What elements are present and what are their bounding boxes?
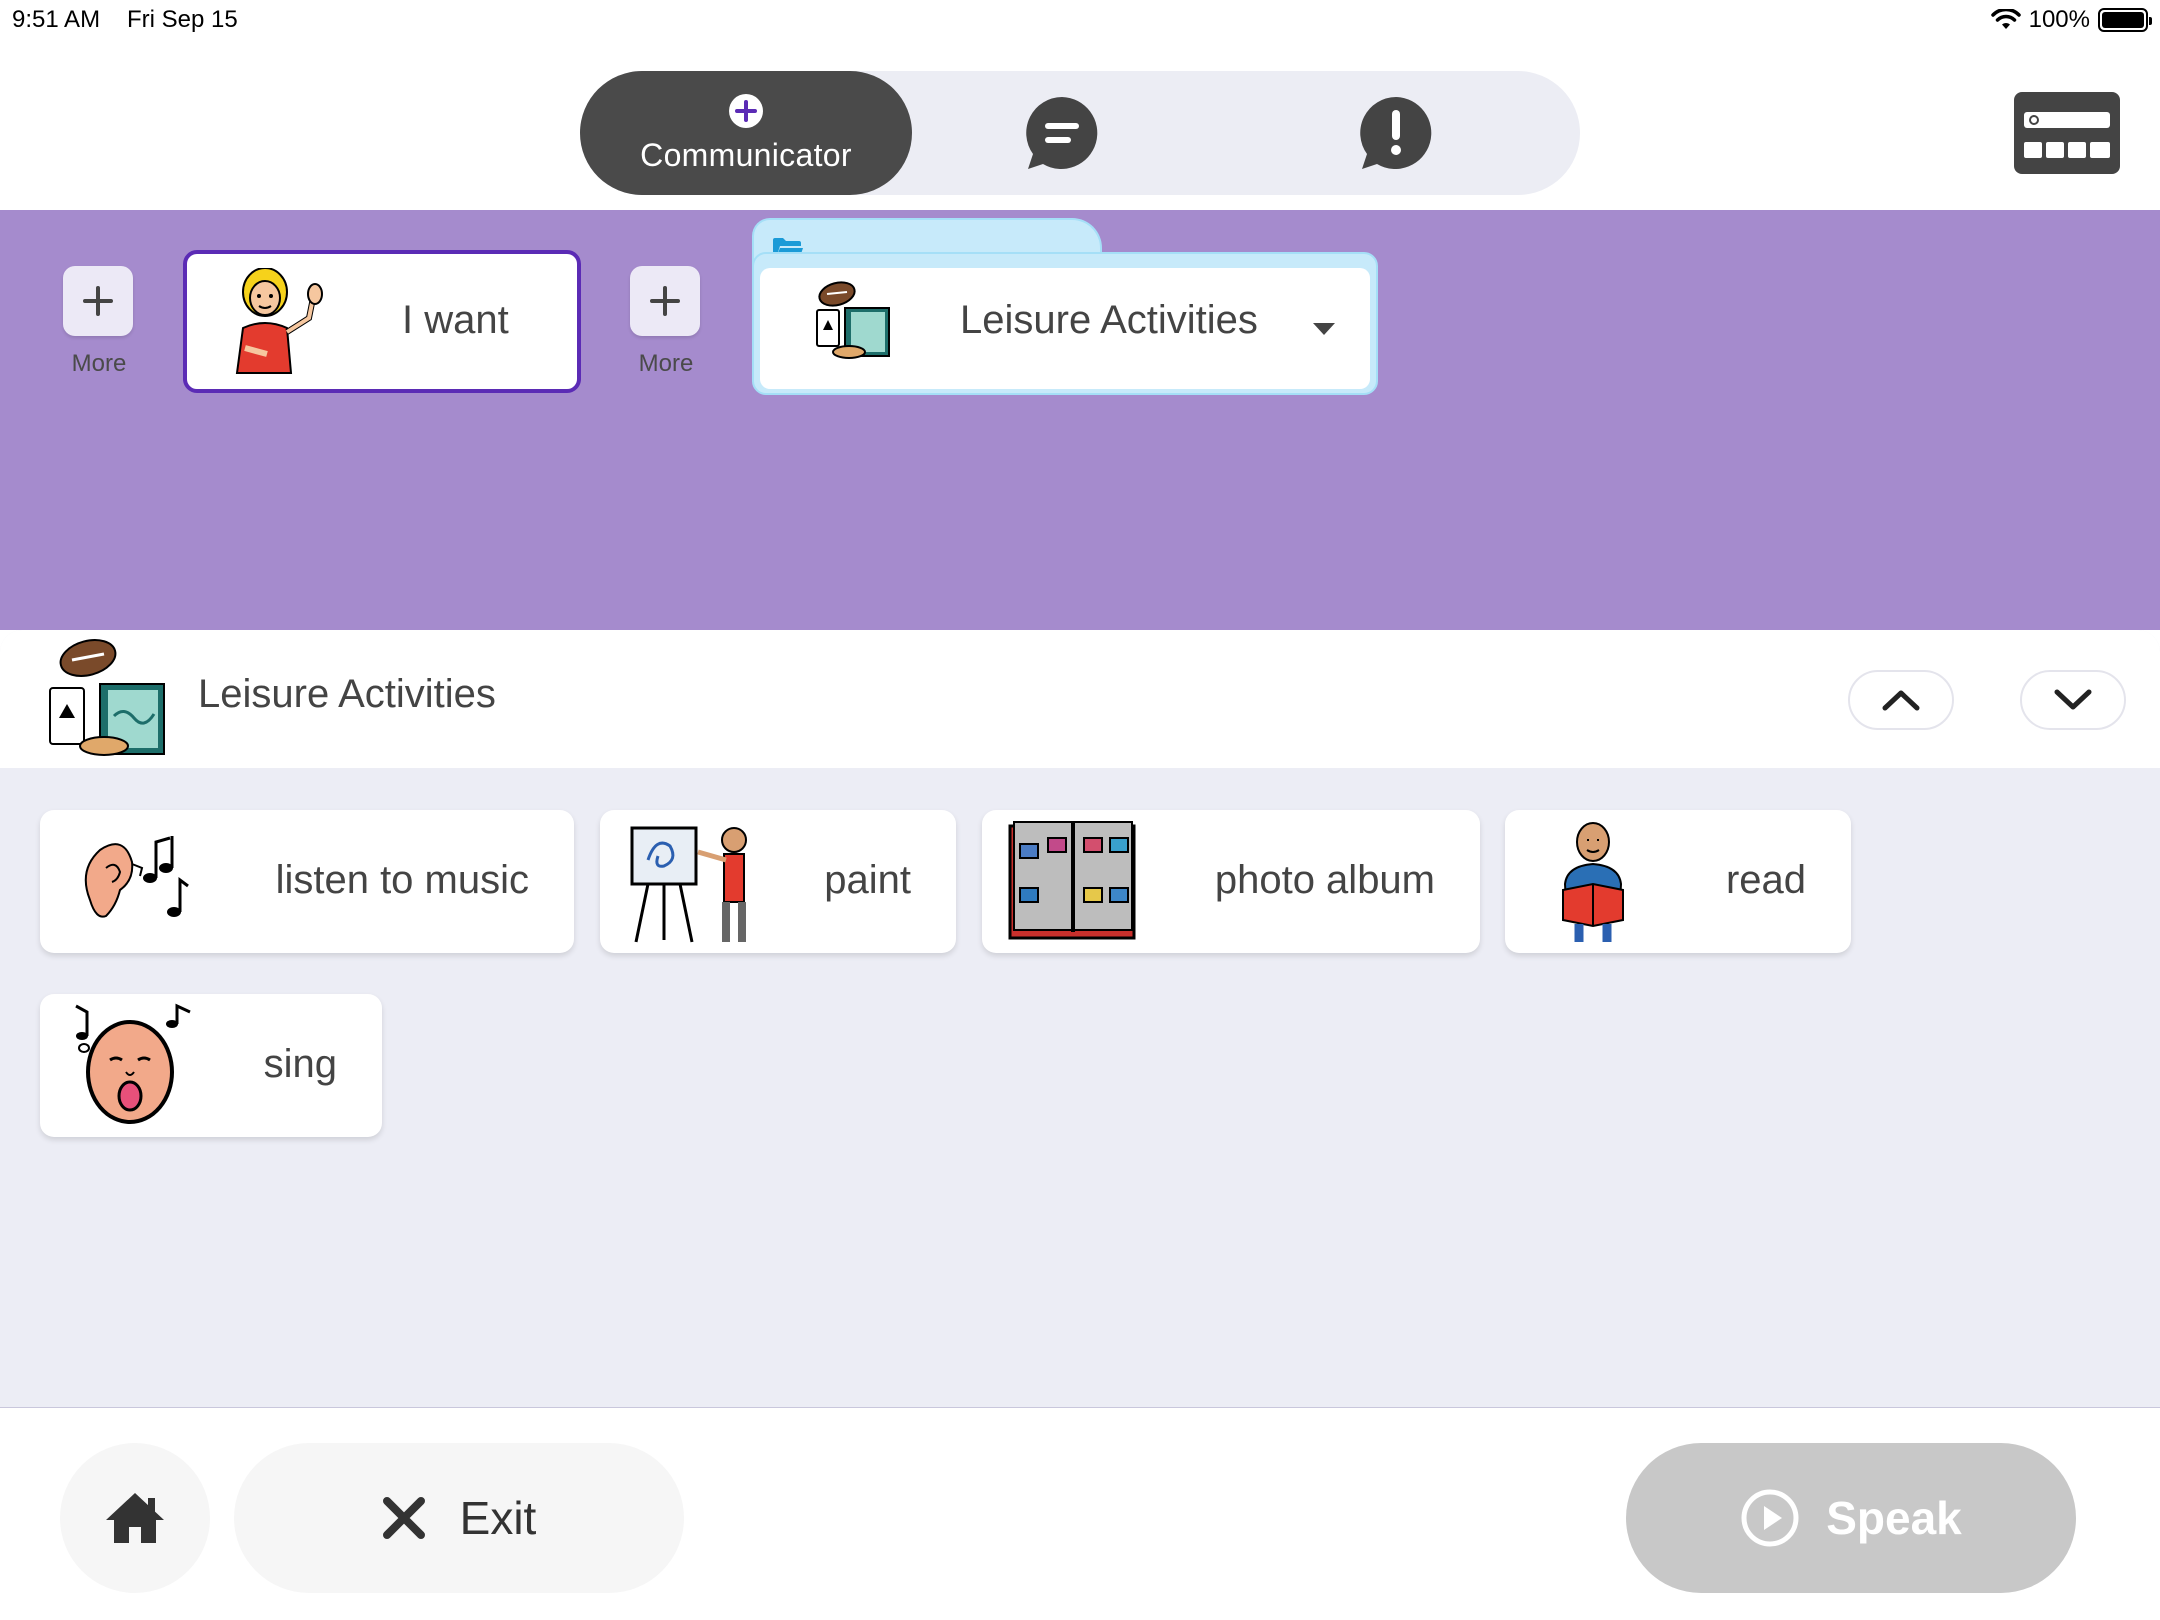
tile-label: read <box>1725 858 1806 902</box>
sentence-item-label: Leisure Activities <box>960 298 1258 342</box>
board-header: Leisure Activities <box>0 630 2160 768</box>
more-label: More <box>638 350 694 377</box>
status-right: 100% <box>1990 6 2152 34</box>
sentence-item-i-want[interactable]: I want <box>183 250 581 393</box>
folder-card-inner: Leisure Activities <box>760 268 1370 389</box>
leisure-activities-icon <box>49 639 165 756</box>
status-bar: 9:51 AM Fri Sep 15 100% <box>0 0 2160 42</box>
home-button[interactable] <box>60 1443 210 1593</box>
keyboard-icon <box>2024 112 2110 158</box>
leisure-activities-icon <box>816 281 890 359</box>
plus-circle-icon <box>729 93 763 128</box>
status-date: Fri Sep 15 <box>127 6 238 33</box>
play-circle-icon <box>1741 1489 1799 1547</box>
battery-percent: 100% <box>2028 6 2090 33</box>
exit-label: Exit <box>459 1492 537 1544</box>
plus-icon <box>63 266 133 336</box>
close-icon <box>382 1497 425 1539</box>
more-button[interactable]: More <box>63 266 135 378</box>
painter-easel-icon <box>630 826 747 943</box>
board-tile-read[interactable]: read <box>1505 810 1851 953</box>
board-tile-paint[interactable]: paint <box>600 810 956 953</box>
speak-button[interactable]: Speak <box>1626 1443 2076 1593</box>
wifi-icon <box>1990 9 2021 29</box>
tile-label: photo album <box>1214 858 1435 902</box>
keyboard-button[interactable] <box>2014 92 2120 174</box>
exit-button[interactable]: Exit <box>234 1443 684 1593</box>
singing-face-icon <box>75 1003 191 1124</box>
tile-label: listen to music <box>275 858 529 902</box>
tile-label: paint <box>824 858 911 902</box>
scroll-down-button[interactable] <box>2020 670 2126 730</box>
board-tile-sing[interactable]: sing <box>40 994 382 1137</box>
sentence-item-label: I want <box>402 298 509 342</box>
person-waving-icon <box>235 268 323 374</box>
board-panel: Leisure Activities listen to music paint… <box>0 630 2160 1408</box>
ear-music-icon <box>84 836 189 918</box>
more-label: More <box>71 350 127 377</box>
person-reading-icon <box>1562 822 1624 942</box>
tab-communicator[interactable]: Communicator <box>580 71 912 195</box>
tab-alert[interactable] <box>1346 71 1446 195</box>
chevron-down-icon <box>2054 689 2092 710</box>
battery-fill <box>2102 12 2144 28</box>
board-tile-listen-to-music[interactable]: listen to music <box>40 810 574 953</box>
status-time: 9:51 AM <box>12 6 101 33</box>
photo-album-icon <box>1008 821 1136 940</box>
tab-communicator-label: Communicator <box>640 136 852 173</box>
sentence-area: More I want More Leisure Activities <box>0 210 2160 630</box>
board-title: Leisure Activities <box>198 672 496 716</box>
sentence-item-leisure-activities[interactable]: Leisure Activities <box>752 252 1378 395</box>
chevron-up-icon <box>1882 690 1920 711</box>
mode-switch: Communicator <box>580 71 1580 195</box>
speak-label: Speak <box>1826 1492 1962 1544</box>
alert-bubble-icon <box>1360 97 1432 169</box>
chevron-down-icon <box>1313 323 1335 335</box>
tile-label: sing <box>263 1042 337 1086</box>
battery-icon <box>2098 8 2152 32</box>
plus-icon <box>630 266 700 336</box>
board-tile-photo-album[interactable]: photo album <box>982 810 1480 953</box>
scroll-up-button[interactable] <box>1848 670 1954 730</box>
tab-chat[interactable] <box>1012 71 1112 195</box>
home-icon <box>106 1493 164 1543</box>
more-button-2[interactable]: More <box>630 266 702 378</box>
chat-bubble-icon <box>1026 97 1098 169</box>
